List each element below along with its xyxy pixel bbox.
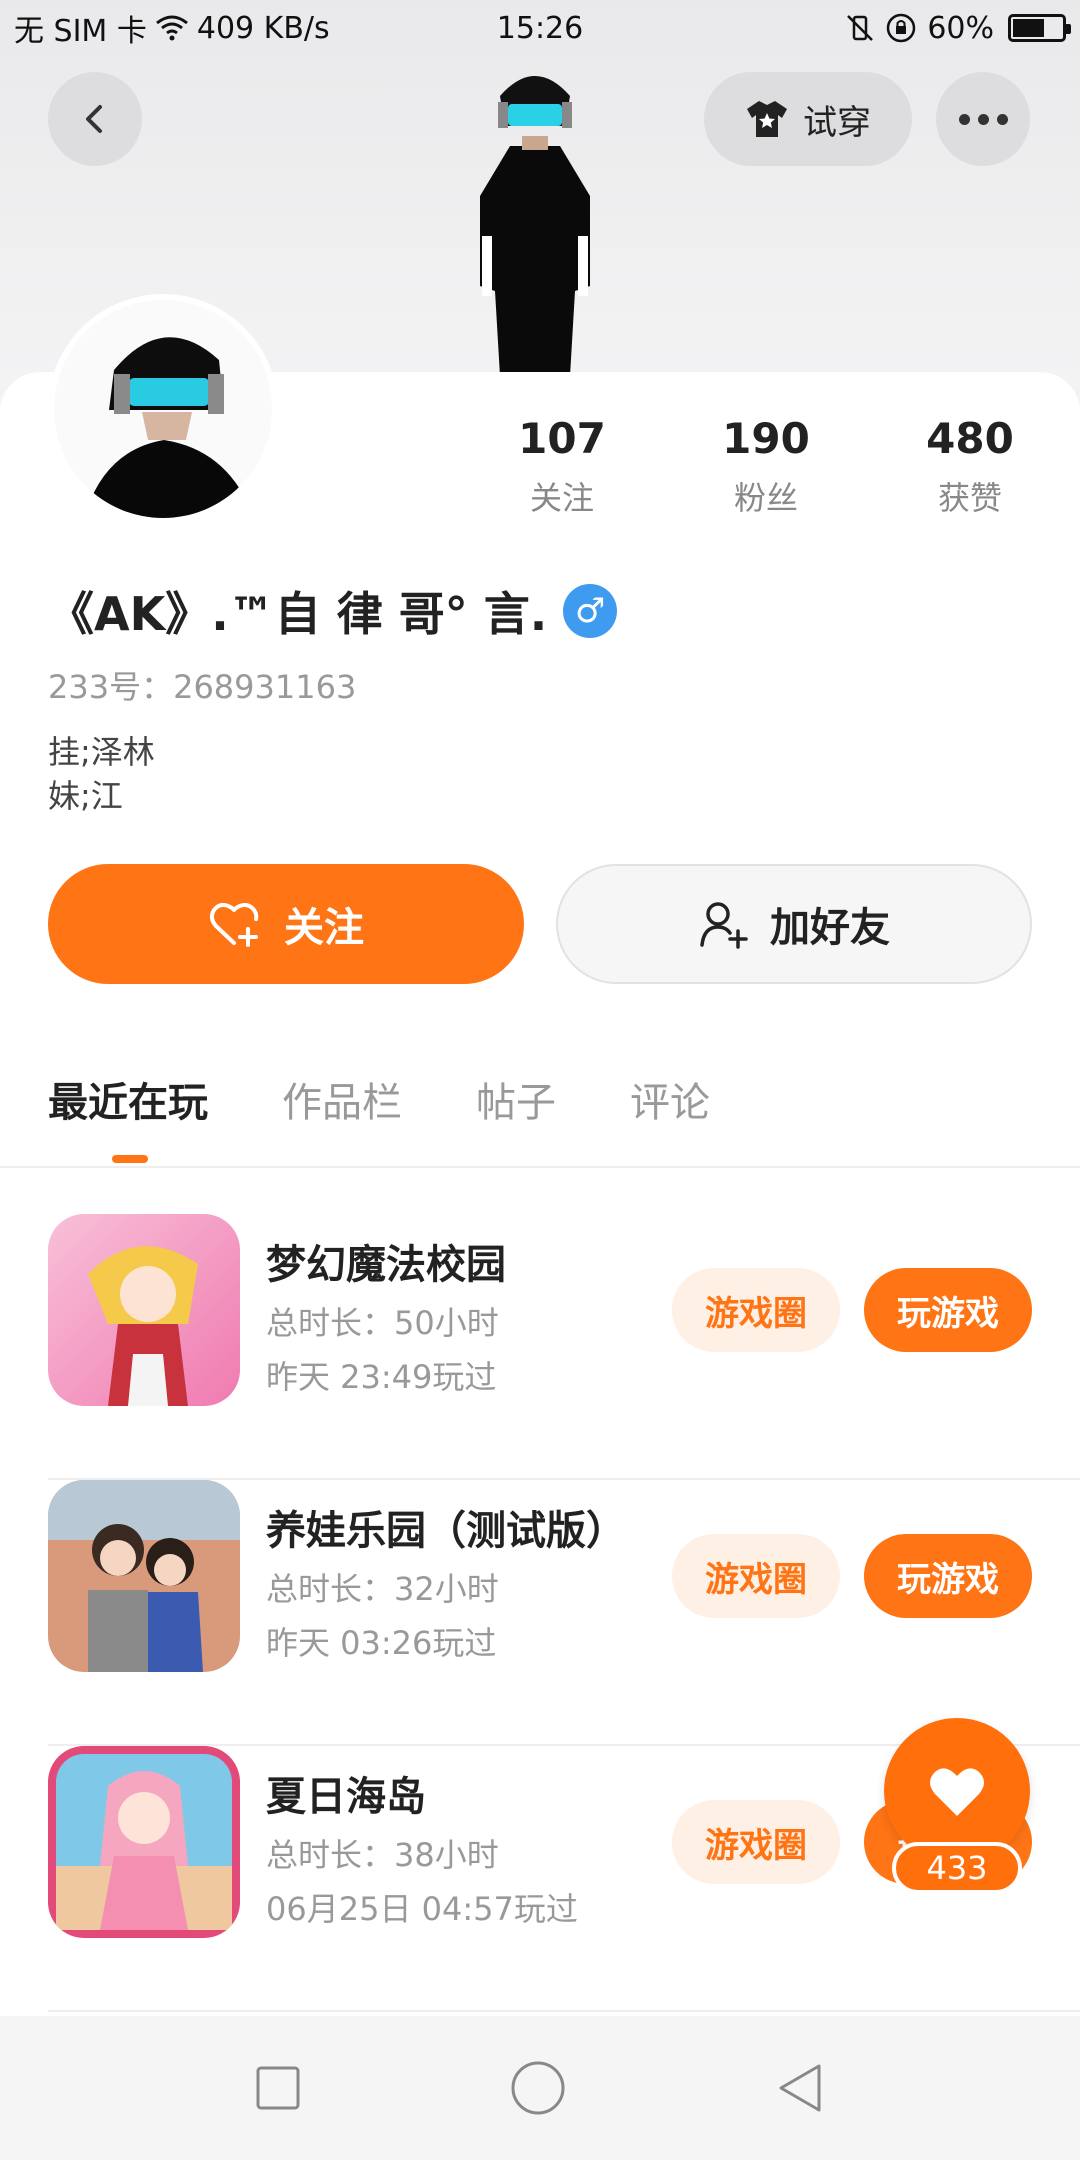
clock: 15:26 — [496, 10, 584, 46]
recent-apps-icon[interactable] — [255, 2065, 301, 2111]
home-icon[interactable] — [510, 2060, 566, 2116]
row-divider — [48, 2010, 1080, 2012]
stat-label: 粉丝 — [733, 479, 798, 517]
try-on-button[interactable]: 试穿 — [704, 72, 912, 166]
user-id: 233号：268931163 — [48, 668, 357, 706]
battery-percent: 60% — [927, 10, 994, 46]
male-gender-icon: ♂ — [563, 584, 618, 638]
game-name: 梦幻魔法校园 — [266, 1242, 506, 1288]
add-user-icon — [700, 902, 748, 949]
back-nav-icon[interactable] — [775, 2062, 825, 2114]
avatar-character-figure — [480, 76, 590, 376]
like-count-badge: 433 — [892, 1842, 1022, 1894]
shirt-star-icon — [747, 101, 787, 137]
game-duration: 总时长：32小时 — [266, 1570, 499, 1608]
stats-row: 107 关注 190 粉丝 480 获赞 — [460, 414, 1080, 519]
tab-recently-played[interactable]: 最近在玩 — [48, 1070, 208, 1128]
carrier-text: 无 SIM 卡 — [14, 14, 147, 49]
game-last-played: 06月25日 04:57玩过 — [266, 1890, 578, 1928]
stat-value: 480 — [926, 414, 1014, 463]
stat-value: 107 — [518, 414, 606, 463]
chevron-left-icon — [86, 105, 102, 133]
game-duration: 总时长：50小时 — [266, 1304, 499, 1342]
add-friend-label: 加好友 — [770, 905, 890, 951]
wifi-icon — [155, 15, 188, 41]
bio-line: 挂;泽林 — [48, 733, 155, 771]
nickname: 《AK》.™自 律 哥° 言. — [48, 587, 548, 641]
stat-following[interactable]: 107 关注 — [460, 414, 664, 519]
profile-tabs: 最近在玩 作品栏 帖子 评论 — [48, 1070, 784, 1128]
heart-plus-icon — [209, 903, 259, 947]
tab-works[interactable]: 作品栏 — [282, 1070, 402, 1128]
avatar-image — [54, 300, 272, 518]
follow-button[interactable]: 关注 — [48, 864, 524, 984]
stat-value: 190 — [722, 414, 810, 463]
bio: 挂;泽林 妹;江 — [48, 730, 155, 818]
stat-label: 关注 — [529, 479, 594, 517]
more-dots-icon — [958, 113, 1008, 125]
stat-label: 获赞 — [937, 479, 1002, 517]
play-game-button[interactable]: 玩游戏 — [864, 1268, 1032, 1352]
game-icon-image — [48, 1746, 240, 1938]
try-on-label: 试穿 — [803, 102, 871, 143]
list-item[interactable]: 梦幻魔法校园 总时长：50小时 昨天 23:49玩过 游戏圈 玩游戏 — [0, 1214, 1080, 1480]
heart-icon — [930, 1768, 984, 1816]
vibrate-off-icon — [847, 15, 874, 41]
add-friend-button[interactable]: 加好友 — [556, 864, 1032, 984]
game-name: 养娃乐园（测试版） — [266, 1508, 626, 1554]
tab-comments[interactable]: 评论 — [630, 1070, 710, 1128]
system-nav-bar — [0, 2016, 1080, 2160]
tab-posts[interactable]: 帖子 — [476, 1070, 556, 1128]
game-circle-button[interactable]: 游戏圈 — [672, 1268, 840, 1352]
play-game-button[interactable]: 玩游戏 — [864, 1534, 1032, 1618]
game-circle-button[interactable]: 游戏圈 — [672, 1534, 840, 1618]
game-circle-button[interactable]: 游戏圈 — [672, 1800, 840, 1884]
game-icon-image — [48, 1480, 240, 1672]
stat-followers[interactable]: 190 粉丝 — [664, 414, 868, 519]
game-icon-image — [48, 1214, 240, 1406]
list-item[interactable]: 养娃乐园（测试版） 总时长：32小时 昨天 03:26玩过 游戏圈 玩游戏 — [0, 1480, 1080, 1746]
game-last-played: 昨天 03:26玩过 — [266, 1624, 497, 1662]
more-button[interactable] — [936, 72, 1030, 166]
status-bar: 无 SIM 卡 409 KB/s 15:26 60% — [0, 0, 1080, 56]
game-duration: 总时长：38小时 — [266, 1836, 499, 1874]
tabs-divider — [0, 1166, 1080, 1168]
profile-name-row: 《AK》.™自 律 哥° 言. ♂ — [48, 578, 618, 644]
active-tab-indicator — [112, 1155, 148, 1163]
battery-icon — [1008, 14, 1071, 42]
follow-label: 关注 — [284, 905, 364, 951]
game-last-played: 昨天 23:49玩过 — [266, 1358, 497, 1396]
back-button[interactable] — [48, 72, 142, 166]
avatar[interactable] — [48, 294, 278, 524]
bio-line: 妹;江 — [48, 777, 123, 815]
network-speed: 409 KB/s — [196, 10, 330, 46]
stat-likes[interactable]: 480 获赞 — [868, 414, 1072, 519]
game-name: 夏日海岛 — [266, 1774, 426, 1820]
rotation-lock-icon — [887, 13, 916, 43]
